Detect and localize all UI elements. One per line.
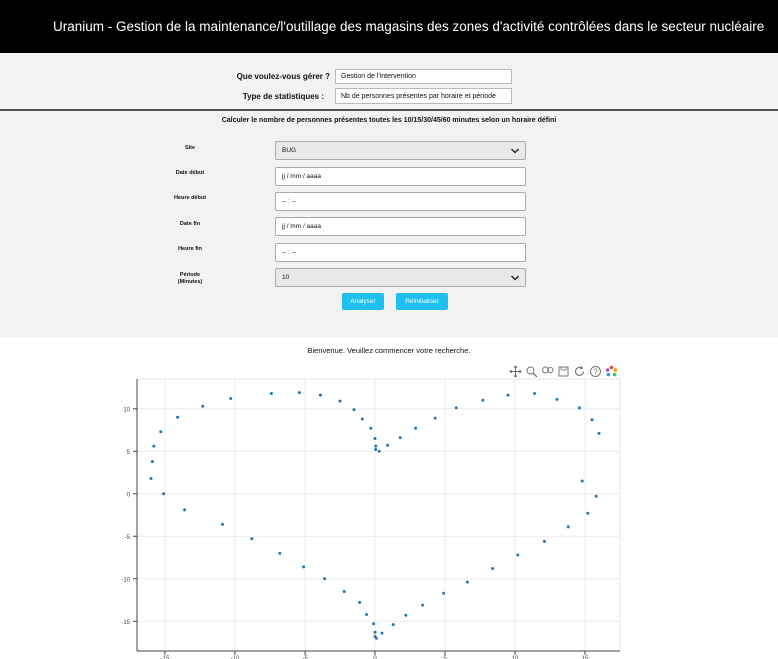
data-point <box>542 539 546 543</box>
data-point <box>374 444 378 448</box>
data-point <box>369 426 373 430</box>
data-point <box>506 393 510 397</box>
data-point <box>414 426 418 430</box>
data-point <box>374 636 378 640</box>
y-tick-label: 0 <box>127 492 131 498</box>
data-point <box>404 613 408 617</box>
data-point <box>297 391 301 395</box>
data-point <box>352 408 356 412</box>
data-point <box>373 630 377 634</box>
data-point <box>442 591 446 595</box>
data-point <box>360 417 364 421</box>
y-tick-label: 10 <box>123 407 130 413</box>
data-point <box>516 553 520 557</box>
data-point <box>149 476 153 480</box>
data-point <box>152 444 156 448</box>
data-point <box>594 494 598 498</box>
data-point <box>365 612 369 616</box>
data-point <box>398 436 402 440</box>
data-point <box>373 437 377 440</box>
data-point <box>250 537 254 541</box>
data-point <box>229 397 233 401</box>
data-point <box>377 449 381 453</box>
data-point <box>372 622 376 626</box>
data-point <box>278 551 282 555</box>
data-point <box>176 415 180 419</box>
data-point <box>183 508 187 512</box>
data-point <box>481 398 485 402</box>
data-point <box>454 406 458 410</box>
data-point <box>586 511 590 515</box>
data-point <box>342 590 346 593</box>
plot-area <box>136 378 621 652</box>
data-point <box>302 565 306 569</box>
y-tick-label: 5 <box>127 450 131 456</box>
data-point <box>465 580 469 584</box>
data-point <box>433 416 437 420</box>
data-point <box>391 623 395 627</box>
data-point <box>577 406 581 410</box>
y-tick-label: -15 <box>121 620 130 626</box>
data-point <box>597 431 601 435</box>
data-point <box>150 459 154 463</box>
data-point <box>318 393 322 397</box>
y-tick-label: -10 <box>121 577 130 583</box>
data-point <box>566 525 570 529</box>
y-tick-label: -5 <box>125 535 131 541</box>
data-point <box>533 391 537 395</box>
data-point <box>374 448 378 452</box>
data-point <box>162 492 166 496</box>
data-point <box>590 418 594 422</box>
data-point <box>421 603 425 607</box>
data-point <box>491 567 495 571</box>
data-point <box>201 404 205 408</box>
data-point <box>159 430 163 434</box>
data-point <box>220 522 224 526</box>
data-point <box>380 631 384 635</box>
data-point <box>358 601 362 605</box>
data-point <box>269 391 273 395</box>
data-point <box>338 399 342 403</box>
data-point <box>580 479 584 483</box>
data-point <box>386 443 390 447</box>
data-point <box>555 397 559 401</box>
scatter-plot: -15-10-50510-15 -10 -5 0 5 10 15 <box>121 378 621 659</box>
data-point <box>323 577 327 581</box>
